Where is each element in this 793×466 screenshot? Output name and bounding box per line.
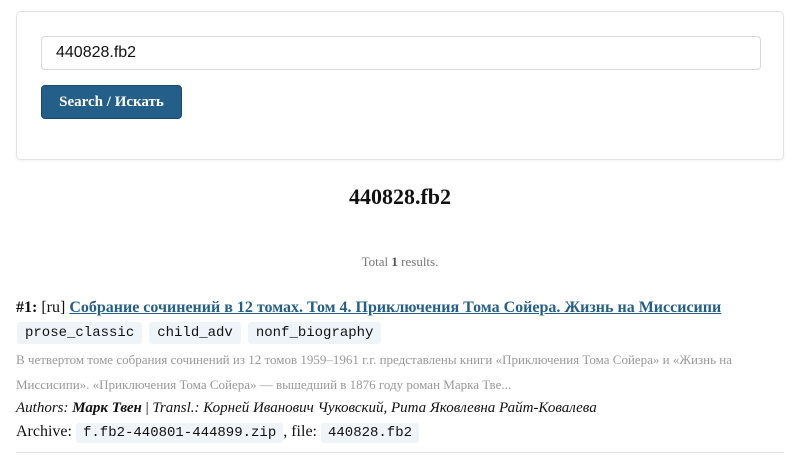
archive-line: Archive: f.fb2-440801-444899.zip, file: … xyxy=(16,421,784,443)
search-panel: Search / Искать xyxy=(16,11,784,160)
translators-names: Корней Иванович Чуковский, Рита Яковлевн… xyxy=(203,400,597,416)
authors-line: Authors: Марк Твен | Transl.: Корней Ива… xyxy=(16,397,784,419)
result-number: #1: xyxy=(16,299,38,316)
genre-tag: child_adv xyxy=(149,322,241,344)
search-input[interactable] xyxy=(41,36,761,70)
archive-name: f.fb2-440801-444899.zip xyxy=(75,423,284,443)
result-item: #1: [ru] Собрание сочинений в 12 томах. … xyxy=(16,296,784,443)
translators-label: Transl.: xyxy=(152,400,200,416)
result-title-link[interactable]: Собрание сочинений в 12 томах. Том 4. Пр… xyxy=(69,299,721,316)
file-name: 440828.fb2 xyxy=(320,423,419,443)
result-header: #1: [ru] Собрание сочинений в 12 томах. … xyxy=(16,296,784,320)
archive-label: Archive: xyxy=(16,423,72,440)
page-title: 440828.fb2 xyxy=(348,184,452,209)
translator-separator: | xyxy=(145,400,149,416)
genre-tag: prose_classic xyxy=(17,322,143,344)
search-button[interactable]: Search / Искать xyxy=(41,85,182,119)
authors-label: Authors: xyxy=(16,400,69,416)
genre-tags: prose_classic child_adv nonf_biography xyxy=(16,322,784,344)
total-suffix: results. xyxy=(401,254,439,269)
file-label: , file: xyxy=(283,423,317,440)
total-results: Total 1 results. xyxy=(0,254,793,270)
genre-tag: nonf_biography xyxy=(247,322,382,344)
result-language: [ru] xyxy=(41,299,66,316)
total-count: 1 xyxy=(391,254,398,269)
author-name: Марк Твен xyxy=(72,400,142,416)
result-divider xyxy=(16,452,784,453)
total-prefix: Total xyxy=(361,254,389,269)
result-description: В четвертом томе собрания сочинений из 1… xyxy=(16,352,732,392)
